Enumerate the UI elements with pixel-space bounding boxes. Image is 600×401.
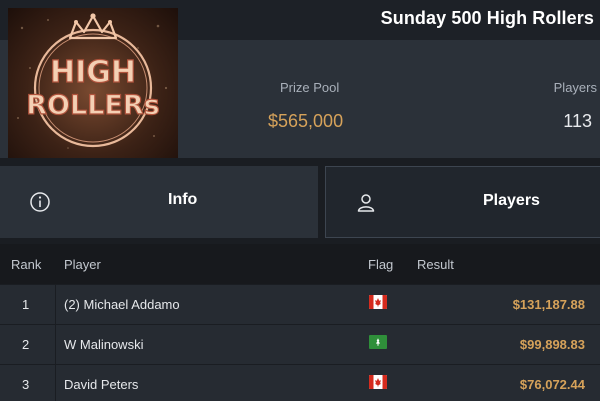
row-rank: 3 [22,377,30,392]
table-row[interactable]: 1 (2) Michael Addamo $131,187.88 [0,284,600,325]
table-header: Rank Player Flag Result [0,244,600,284]
prize-pool-value: $565,000 [268,111,344,131]
logo-art: HIGH ROLLERs [17,13,168,149]
table-row[interactable]: 3 David Peters $76,072.44 [0,364,600,401]
header-player[interactable]: Player [64,257,101,272]
header-result[interactable]: Result [417,257,454,272]
prize-pool-label: Prize Pool [280,80,340,95]
players-count-label: Players [553,80,597,95]
canada-flag-icon [369,295,387,309]
tab-players-label: Players [483,192,540,209]
green-flag-icon [369,335,387,349]
tab-info[interactable]: Info [0,166,318,238]
row-divider [55,285,56,325]
row-rank: 1 [22,297,30,312]
tab-info-label: Info [168,191,198,208]
tab-bar: Info Players [0,166,600,238]
row-divider [55,365,56,401]
row-result: $99,898.83 [519,337,585,352]
info-circle-icon [30,192,50,212]
header-rank[interactable]: Rank [11,257,41,272]
row-result: $76,072.44 [519,377,585,392]
row-player-name[interactable]: David Peters [64,377,138,392]
players-count-value: 113 [563,111,592,131]
results-table: Rank Player Flag Result 1 (2) Michael Ad… [0,244,600,401]
table-row[interactable]: 2 W Malinowski $99,898.83 [0,324,600,365]
logo-line2: ROLLERs [26,90,159,121]
row-result: $131,187.88 [512,297,585,312]
tab-players[interactable]: Players [325,166,600,238]
high-rollers-logo: HIGH ROLLERs [8,8,178,158]
row-divider [55,325,56,365]
row-rank: 2 [22,337,30,352]
row-player-name[interactable]: (2) Michael Addamo [64,297,180,312]
user-icon [357,194,375,212]
header-flag[interactable]: Flag [368,257,393,272]
canada-flag-icon [369,375,387,389]
page-title: Sunday 500 High Rollers [380,8,594,28]
logo-line1: HIGH [50,55,136,90]
row-player-name[interactable]: W Malinowski [64,337,143,352]
